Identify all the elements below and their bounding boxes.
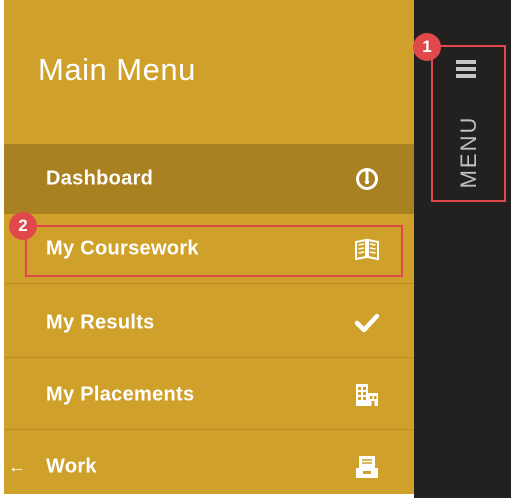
gauge-icon	[354, 166, 380, 192]
menu-item-label: Work	[46, 455, 97, 478]
back-arrow-icon: ←	[8, 456, 26, 477]
annotation-box-menu-toggle	[431, 45, 506, 202]
menu-item-dashboard[interactable]: Dashboard	[4, 144, 414, 214]
annotation-marker: 2	[9, 212, 37, 240]
menu-item-label: My Results	[46, 311, 155, 333]
annotation-box-my-coursework	[25, 225, 403, 277]
menu-item-my-results[interactable]: My Results	[4, 288, 414, 358]
annotation-marker: 1	[413, 33, 441, 61]
menu-item-label: My Placements	[46, 383, 195, 405]
buildings-icon	[354, 382, 380, 408]
app-window: Main Menu Dashboard My Coursework My Res…	[0, 0, 511, 498]
menu-item-label: Dashboard	[46, 167, 154, 190]
checkmark-icon	[354, 310, 380, 336]
menu-item-work[interactable]: ← Work	[4, 432, 414, 494]
menu-title: Main Menu	[38, 52, 196, 87]
menu-item-my-placements[interactable]: My Placements	[4, 360, 414, 430]
inbox-tray-icon	[354, 454, 380, 480]
